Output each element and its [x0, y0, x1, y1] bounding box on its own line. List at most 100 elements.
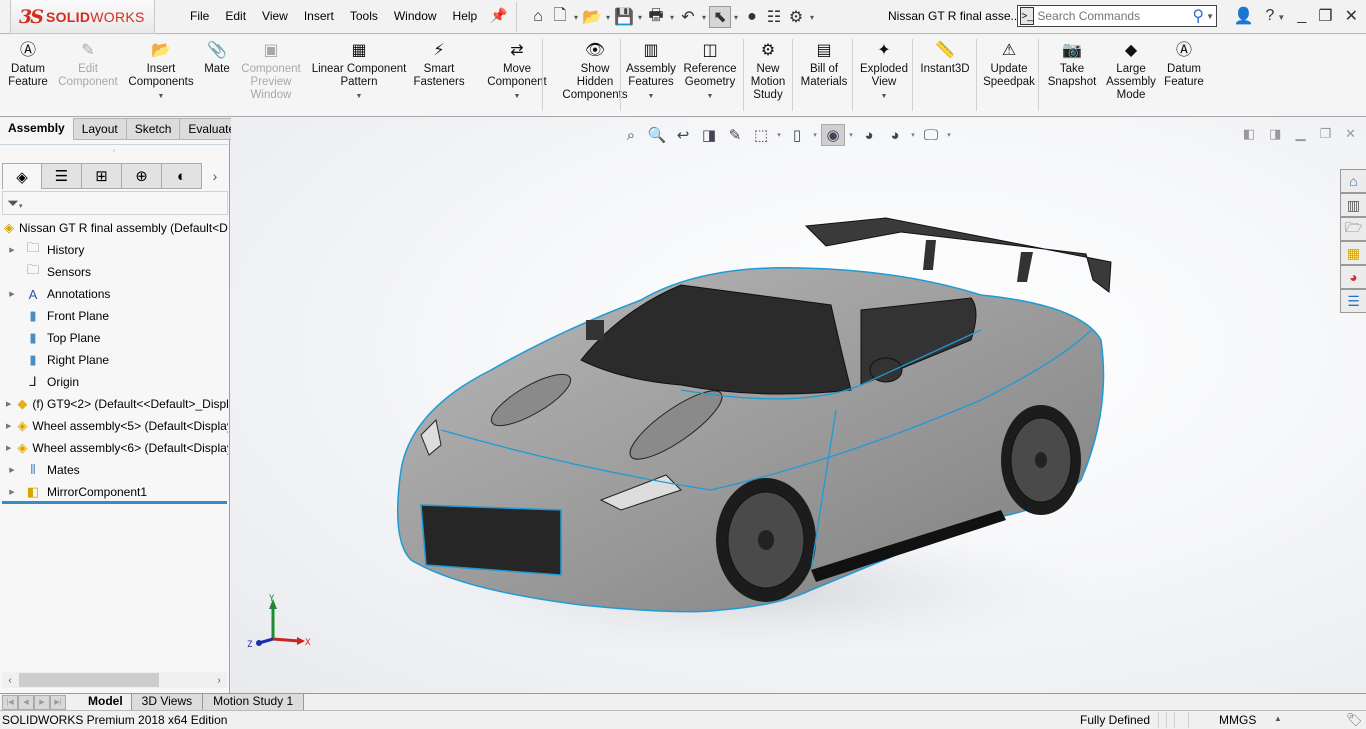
- rollback-bar[interactable]: [2, 501, 227, 504]
- menu-window[interactable]: Window: [386, 9, 445, 23]
- close-icon[interactable]: ✕: [1345, 126, 1356, 142]
- zoom-to-area-icon[interactable]: 🔍: [645, 124, 669, 146]
- menu-help[interactable]: Help: [445, 9, 486, 23]
- solidworks-resources-icon[interactable]: ⌂: [1340, 169, 1366, 193]
- tree-node[interactable]: ▶ ◆ (f) GT9<2> (Default<<Default>_Display …: [0, 393, 228, 415]
- tree-node[interactable]: ▶ A Annotations: [0, 283, 228, 305]
- tab-layout[interactable]: Layout: [73, 118, 127, 140]
- tile-right-icon[interactable]: ◨: [1269, 126, 1281, 142]
- view-settings-icon[interactable]: 🖵: [919, 124, 943, 146]
- home-icon[interactable]: ⌂: [527, 6, 549, 28]
- bottom-tab-model[interactable]: Model: [76, 694, 132, 710]
- view-orientation-icon[interactable]: ⬚: [749, 124, 773, 146]
- ribbon-button-insert-components[interactable]: 📂 Insert Components ▼: [126, 39, 196, 103]
- panel-splitter-grip[interactable]: ◦: [0, 144, 228, 158]
- tree-node[interactable]: ▶ ◧ MirrorComponent1: [0, 481, 228, 503]
- dropdown-arrow-icon[interactable]: ▾: [667, 13, 677, 22]
- options-gear-icon[interactable]: ⚙: [785, 6, 807, 28]
- dropdown-arrow-icon[interactable]: ▼: [356, 90, 363, 103]
- units-dropdown-icon[interactable]: ▲: [1274, 714, 1282, 723]
- dropdown-arrow-icon[interactable]: ▼: [514, 90, 521, 103]
- expand-arrow-icon[interactable]: ▶: [6, 422, 11, 430]
- dropdown-arrow-icon[interactable]: ▾: [635, 13, 645, 22]
- ribbon-button-datum-feature[interactable]: Ⓐ Datum Feature: [1162, 39, 1206, 89]
- ribbon-button-exploded-view[interactable]: ✦ Exploded View ▼: [858, 39, 910, 103]
- ribbon-button-large-assembly-mode[interactable]: ◆ Large Assembly Mode: [1106, 39, 1156, 102]
- ribbon-button-linear-component-pattern[interactable]: ▦ Linear Component Pattern ▼: [310, 39, 408, 103]
- tree-node[interactable]: ▶ ◈ Wheel assembly<5> (Default<Display Sta…: [0, 415, 228, 437]
- search-input[interactable]: [1037, 9, 1193, 23]
- section-view-icon[interactable]: ◨: [697, 124, 721, 146]
- tree-node[interactable]: ▮ Top Plane: [0, 327, 228, 349]
- ribbon-button-move-component[interactable]: ⇄ Move Component ▼: [484, 39, 550, 103]
- print-icon[interactable]: 🖶: [645, 6, 667, 28]
- displaymanager-icon[interactable]: ◐: [162, 163, 202, 189]
- propertymanager-icon[interactable]: ☰: [42, 163, 82, 189]
- dropdown-arrow-icon[interactable]: ▾: [847, 131, 855, 139]
- close-window-icon[interactable]: ✕: [1345, 6, 1358, 26]
- expand-arrow-icon[interactable]: ▶: [6, 488, 18, 496]
- hide-show-items-icon[interactable]: ◉: [821, 124, 845, 146]
- file-explorer-icon[interactable]: 🗁: [1340, 217, 1366, 241]
- expand-arrow-icon[interactable]: ▶: [6, 290, 18, 298]
- file-properties-icon[interactable]: ☷: [763, 6, 785, 28]
- menu-edit[interactable]: Edit: [217, 9, 254, 23]
- pin-menu-icon[interactable]: 📌: [490, 7, 507, 24]
- next-tab-icon[interactable]: ▶: [34, 694, 50, 710]
- last-tab-icon[interactable]: ▶|: [50, 694, 66, 710]
- tree-node[interactable]: ⅃ Origin: [0, 371, 228, 393]
- tree-node[interactable]: ▶ ⫴ Mates: [0, 459, 228, 481]
- bottom-tab-motion-study-1[interactable]: Motion Study 1: [203, 694, 305, 710]
- menu-insert[interactable]: Insert: [296, 9, 342, 23]
- search-scope-icon[interactable]: >_: [1020, 7, 1035, 25]
- restore-window-icon[interactable]: ❐: [1318, 6, 1332, 26]
- user-account-icon[interactable]: 👤: [1234, 6, 1254, 26]
- dropdown-arrow-icon[interactable]: ▼: [158, 90, 165, 103]
- ribbon-button-edit-component[interactable]: ✎ Edit Component: [58, 39, 117, 89]
- dropdown-arrow-icon[interactable]: ▼: [881, 90, 888, 103]
- dynamic-annotation-views-icon[interactable]: ✎: [723, 124, 747, 146]
- dropdown-arrow-icon[interactable]: ▾: [571, 13, 581, 22]
- tab-sketch[interactable]: Sketch: [126, 118, 181, 140]
- minimize-window-icon[interactable]: _: [1297, 7, 1306, 25]
- search-icon[interactable]: ⚲: [1192, 6, 1204, 26]
- scroll-thumb[interactable]: [19, 673, 159, 687]
- dropdown-arrow-icon[interactable]: ▾: [909, 131, 917, 139]
- design-library-icon[interactable]: ▥: [1340, 193, 1366, 217]
- search-dropdown-icon[interactable]: ▼: [1206, 12, 1214, 21]
- open-folder-icon[interactable]: 📂: [581, 6, 603, 28]
- menu-tools[interactable]: Tools: [342, 9, 386, 23]
- dropdown-arrow-icon[interactable]: ▾: [731, 13, 741, 22]
- expand-arrow-icon[interactable]: ▶: [6, 466, 18, 474]
- tree-node[interactable]: ▶ 🗀 History: [0, 239, 228, 261]
- expand-arrow-icon[interactable]: ▶: [6, 444, 11, 452]
- dropdown-arrow-icon[interactable]: ▾: [775, 131, 783, 139]
- zoom-to-fit-icon[interactable]: ⌕: [619, 124, 643, 146]
- expand-arrow-icon[interactable]: ▶: [6, 246, 18, 254]
- scroll-right-icon[interactable]: ›: [211, 675, 227, 686]
- dimxpertmanager-icon[interactable]: ⊕: [122, 163, 162, 189]
- tree-node[interactable]: ▮ Front Plane: [0, 305, 228, 327]
- dropdown-arrow-icon[interactable]: ▾: [699, 13, 709, 22]
- solidworks-logo[interactable]: 3S SOLIDWORKS: [10, 0, 155, 34]
- ribbon-button-show-hidden-components[interactable]: 👁 Show Hidden Components: [562, 39, 628, 102]
- tags-icon[interactable]: 🏷: [1346, 712, 1363, 728]
- dropdown-arrow-icon[interactable]: ▾: [603, 13, 613, 22]
- prev-tab-icon[interactable]: ◀: [18, 694, 34, 710]
- dropdown-arrow-icon[interactable]: ▼: [648, 90, 655, 103]
- display-style-icon[interactable]: ▯: [785, 124, 809, 146]
- ribbon-button-mate[interactable]: 📎 Mate: [202, 39, 232, 76]
- rebuild-traffic-light-icon[interactable]: ●: [741, 6, 763, 28]
- view-palette-icon[interactable]: ▦: [1340, 241, 1366, 265]
- tree-node[interactable]: ▮ Right Plane: [0, 349, 228, 371]
- apply-scene-icon[interactable]: ◕: [883, 124, 907, 146]
- menu-file[interactable]: File: [182, 9, 217, 23]
- tree-node[interactable]: ▶ ◈ Wheel assembly<6> (Default<Display Sta…: [0, 437, 228, 459]
- horizontal-scrollbar[interactable]: ‹ ›: [2, 672, 227, 688]
- save-icon[interactable]: 💾: [613, 6, 635, 28]
- ribbon-button-assembly-features[interactable]: ▥ Assembly Features ▼: [626, 39, 676, 103]
- bottom-tab-3d-views[interactable]: 3D Views: [131, 694, 204, 710]
- graphics-viewport[interactable]: ⌕ 🔍 ↩ ◨ ✎ ⬚ ▾ ▯ ▾ ◉ ▾ ◕ ◕ ▾ 🖵 ▾ ◧ ◨ ▁ ❐ ✕ ⌂ ▥ 🗁 ▦ ◕ ☰: [231, 118, 1366, 693]
- first-tab-icon[interactable]: |◀: [2, 694, 18, 710]
- tree-node[interactable]: 🗀 Sensors: [0, 261, 228, 283]
